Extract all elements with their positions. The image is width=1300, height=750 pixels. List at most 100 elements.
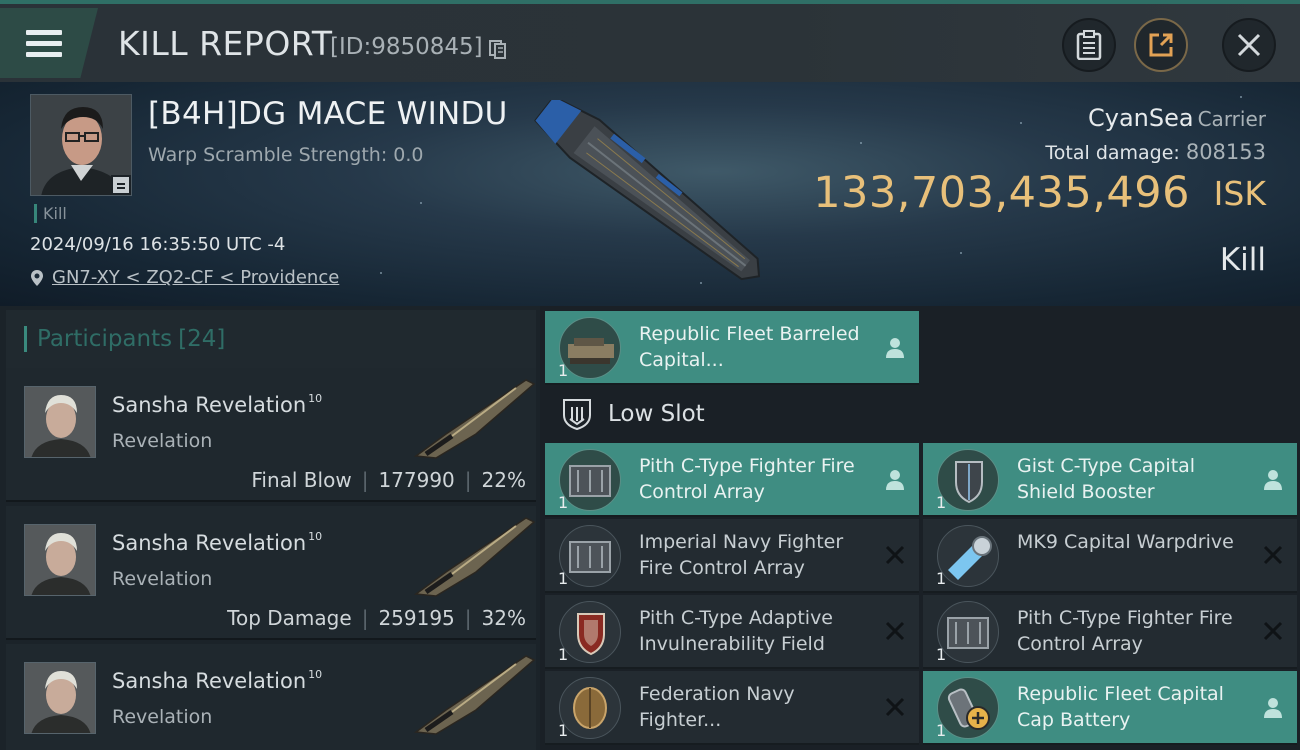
module-icon [559, 317, 621, 379]
separator: | [361, 606, 369, 630]
menu-button[interactable] [0, 8, 98, 78]
total-damage-label: Total damage: [1045, 142, 1180, 164]
destroyed-icon [1263, 621, 1283, 641]
separator: | [464, 468, 472, 492]
module-item[interactable]: 1 Federation Navy Fighter... [545, 671, 919, 745]
separator: | [361, 468, 369, 492]
location-text: GN7-XY < ZQ2-CF < Providence [52, 267, 340, 288]
victim-avatar[interactable] [30, 94, 132, 196]
close-icon [1237, 33, 1261, 57]
module-name: Federation Navy Fighter... [639, 683, 795, 731]
ship-class: Carrier [1197, 107, 1266, 131]
report-button[interactable] [1062, 18, 1116, 72]
participant-name-text: Sansha Revelation [112, 531, 307, 555]
module-item[interactable]: 1 Republic Fleet Barreled Capital... [545, 311, 919, 385]
participant-avatar[interactable] [24, 662, 96, 734]
module-qty: 1 [936, 721, 947, 740]
copy-icon[interactable] [489, 39, 507, 59]
location-link[interactable]: GN7-XY < ZQ2-CF < Providence [30, 267, 339, 288]
module-name: Pith C-Type Adaptive Invulnerability Fie… [639, 607, 833, 655]
kill-id: [ID:9850845] [330, 34, 483, 60]
module-name: Gist C-Type Capital Shield Booster [1017, 455, 1196, 503]
module-item[interactable]: 1 Pith C-Type Fighter Fire Control Array [545, 443, 919, 517]
participant-ship-image [413, 655, 536, 735]
share-icon [1149, 33, 1173, 57]
warpdrive-icon [948, 536, 992, 580]
total-damage-value: 808153 [1185, 140, 1266, 164]
pilot-portrait-icon [25, 387, 95, 457]
module-qty: 1 [936, 493, 947, 512]
participant-row[interactable]: Sansha Revelation 10 Revelation Final Blo… [6, 368, 536, 502]
top-bar: KILL REPORT [ID:9850845] [0, 0, 1300, 82]
module-icon [559, 601, 621, 663]
participant-row[interactable]: Sansha Revelation 10 Revelation [6, 644, 536, 750]
separator: | [464, 606, 472, 630]
hamburger-icon-line [26, 41, 62, 46]
destroyed-icon [885, 621, 905, 641]
warp-scramble: Warp Scramble Strength: 0.0 [148, 144, 424, 166]
module-qty: 1 [558, 645, 569, 664]
participant-avatar[interactable] [24, 386, 96, 458]
module-icon [559, 525, 621, 587]
destroyed-icon [885, 545, 905, 565]
module-item[interactable]: 1 Republic Fleet Capital Cap Battery [923, 671, 1297, 745]
module-item[interactable]: 1 MK9 Capital Warpdrive [923, 519, 1297, 593]
module-qty: 1 [936, 645, 947, 664]
module-item[interactable]: 1 Pith C-Type Adaptive Invulnerability F… [545, 595, 919, 669]
module-qty: 1 [558, 721, 569, 740]
isk-value: 133,703,435,496 [813, 168, 1190, 218]
participant-stats: Final Blow | 177990 | 22% [251, 468, 526, 492]
participant-level: 10 [308, 530, 323, 543]
page-title: KILL REPORT [118, 24, 333, 63]
module-icon [937, 677, 999, 739]
participant-name-text: Sansha Revelation [112, 393, 307, 417]
share-button[interactable] [1134, 18, 1188, 72]
dropped-icon [886, 470, 904, 490]
participant-name[interactable]: Sansha Revelation 10 [112, 530, 322, 555]
participant-percent: 32% [481, 606, 526, 630]
invulnerability-field-icon [577, 613, 605, 656]
participant-name[interactable]: Sansha Revelation 10 [112, 392, 322, 417]
final-blow-tag: Final Blow [251, 468, 352, 492]
module-name: MK9 Capital Warpdrive [1017, 531, 1234, 553]
participant-ship: Revelation [112, 430, 213, 452]
module-name: Imperial Navy Fighter Fire Control Array [639, 531, 844, 579]
module-item[interactable]: 1 Pith C-Type Fighter Fire Control Array [923, 595, 1297, 669]
low-slot-icon [563, 399, 591, 431]
victim-name[interactable]: [B4H]DG MACE WINDU [148, 96, 508, 132]
module-item[interactable]: 1 Imperial Navy Fighter Fire Control Arr… [545, 519, 919, 593]
participant-percent: 22% [481, 468, 526, 492]
module-name: Pith C-Type Fighter Fire Control Array [1017, 607, 1233, 655]
participant-level: 10 [308, 392, 323, 405]
participants-panel: Participants [24] Sansha Revelation 10 Re… [0, 306, 540, 750]
kill-tag: Kill [34, 204, 67, 223]
participant-avatar[interactable] [24, 524, 96, 596]
menu-badge-icon[interactable] [111, 175, 131, 195]
module-icon [937, 449, 999, 511]
module-qty: 1 [558, 493, 569, 512]
kill-timestamp: 2024/09/16 16:35:50 UTC -4 [30, 234, 286, 255]
participant-row[interactable]: Sansha Revelation 10 Revelation Top Damag… [6, 506, 536, 640]
kill-outcome: Kill [1219, 242, 1266, 278]
participant-level: 10 [308, 668, 323, 681]
participant-ship-image [413, 379, 536, 459]
participants-header[interactable]: Participants [24] [6, 310, 536, 368]
pilot-portrait-icon [25, 525, 95, 595]
module-name: Republic Fleet Capital Cap Battery [1017, 683, 1224, 731]
corp-name[interactable]: CyanSea [1088, 104, 1194, 132]
total-damage: Total damage: 808153 [1045, 140, 1266, 164]
participant-ship-image [413, 517, 536, 597]
close-button[interactable] [1222, 18, 1276, 72]
victim-ship-image[interactable] [525, 100, 785, 290]
participants-label: Participants [37, 326, 173, 352]
module-name: Pith C-Type Fighter Fire Control Array [639, 455, 855, 503]
module-item[interactable]: 1 Gist C-Type Capital Shield Booster [923, 443, 1297, 517]
participant-damage: 259195 [378, 606, 455, 630]
hamburger-icon-line [26, 52, 62, 57]
fighter-fire-control-icon [569, 465, 611, 497]
victim-banner: [B4H]DG MACE WINDU Warp Scramble Strengt… [0, 82, 1300, 306]
header-accent [24, 326, 27, 352]
participant-name[interactable]: Sansha Revelation 10 [112, 668, 322, 693]
module-qty: 1 [558, 361, 569, 380]
module-icon [937, 601, 999, 663]
